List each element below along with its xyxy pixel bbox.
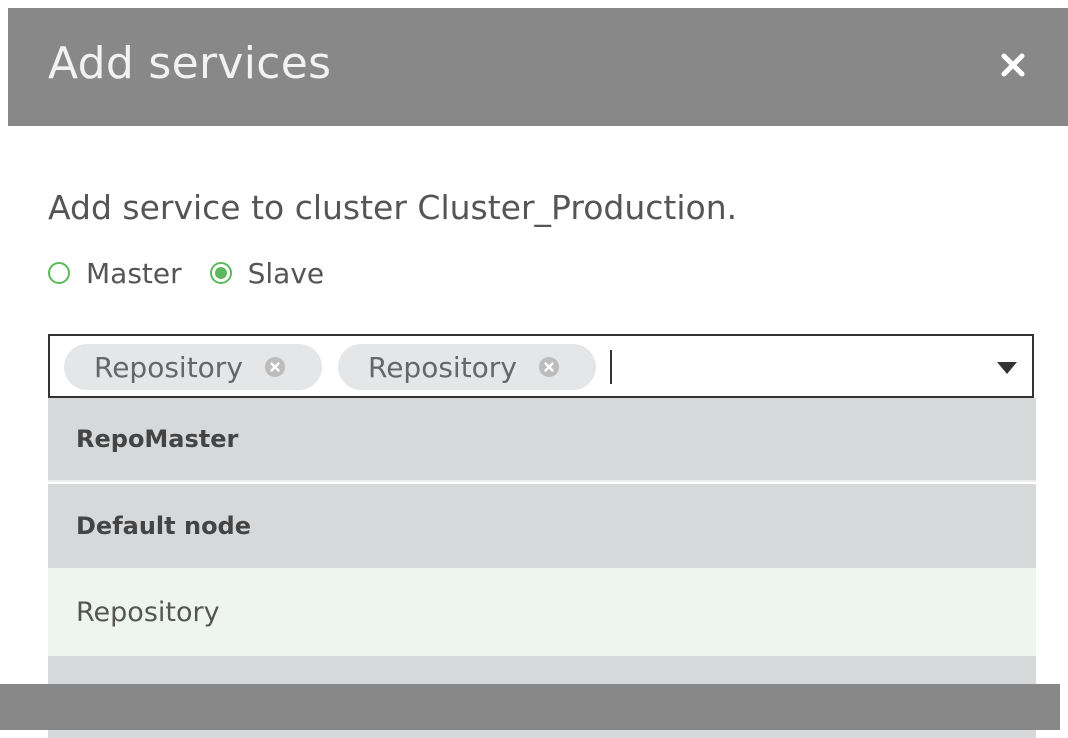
selected-tag: Repository: [338, 344, 596, 390]
radio-slave-label: Slave: [247, 256, 325, 290]
text-cursor: [610, 350, 612, 384]
selected-tag: Repository: [64, 344, 322, 390]
radio-slave-circle[interactable]: [209, 262, 232, 284]
role-radio-group: Master Slave: [48, 256, 352, 290]
dropdown-option[interactable]: Repository: [48, 568, 1036, 656]
chevron-down-icon[interactable]: [996, 360, 1018, 374]
dropdown-group-header: Default node: [48, 484, 1036, 568]
radio-master-label: Master: [86, 256, 182, 290]
radio-master-circle[interactable]: [48, 262, 70, 284]
dialog-footer: [0, 684, 1060, 730]
selected-tag-label: Repository: [368, 350, 517, 384]
dialog-header: Add services: [8, 8, 1068, 126]
radio-slave[interactable]: Slave: [209, 256, 325, 290]
dropdown-group-header: RepoMaster: [48, 398, 1036, 482]
selected-tag-label: Repository: [94, 350, 243, 384]
close-icon[interactable]: [996, 48, 1030, 82]
add-services-dialog: Add services Add service to cluster Clus…: [8, 8, 1068, 738]
dialog-title: Add services: [48, 38, 332, 89]
dialog-description: Add service to cluster Cluster_Productio…: [48, 188, 738, 227]
remove-tag-icon[interactable]: [264, 357, 285, 377]
radio-master[interactable]: Master: [48, 257, 182, 290]
remove-tag-icon[interactable]: [538, 357, 559, 377]
service-multiselect[interactable]: Repository Repository: [48, 334, 1034, 398]
